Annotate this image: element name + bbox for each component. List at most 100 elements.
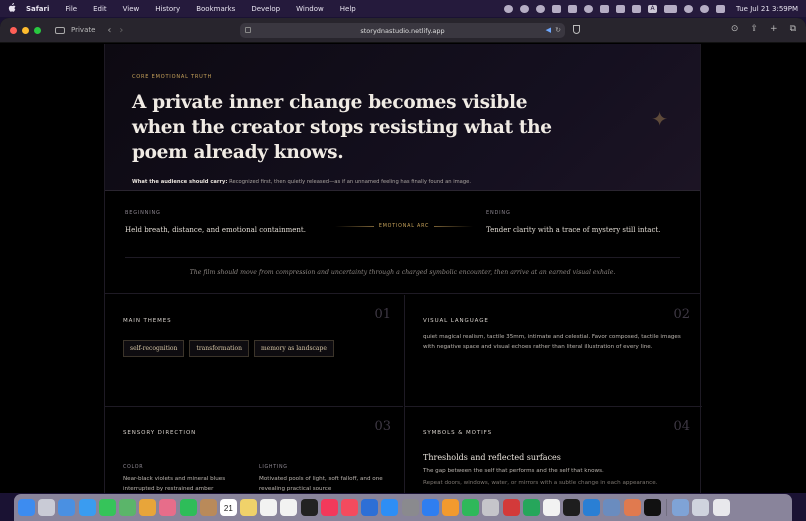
- status-app-icon[interactable]: [568, 4, 578, 13]
- display-icon[interactable]: [632, 4, 642, 13]
- motif-guidance: Repeat doors, windows, water, or mirrors…: [423, 480, 658, 486]
- theme-chips: self-recognition transformation memory a…: [123, 340, 334, 357]
- pages-app-icon[interactable]: [441, 499, 459, 516]
- card-number: 01: [374, 307, 391, 322]
- browser-toolbar: Private ‹ › storydnastudio.netlify.app ◀…: [0, 18, 806, 43]
- share-icon[interactable]: ⇪: [750, 24, 758, 34]
- photos-app-icon[interactable]: [159, 499, 177, 516]
- back-button[interactable]: ‹: [107, 25, 111, 36]
- trash-app-icon[interactable]: [712, 499, 730, 516]
- speaker-icon[interactable]: ◀: [546, 26, 551, 34]
- main-themes-card: MAIN THEMES 01 self-recognition transfor…: [105, 295, 403, 407]
- maps-app-icon[interactable]: [118, 499, 136, 516]
- hero-eyebrow: CORE EMOTIONAL TRUTH: [132, 74, 213, 80]
- menu-file[interactable]: File: [65, 5, 85, 13]
- music-app-icon[interactable]: [320, 499, 338, 516]
- downloads-icon[interactable]: ⊙: [731, 24, 739, 34]
- menubar-clock[interactable]: Tue Jul 21 3:59PM: [736, 5, 798, 13]
- menu-help[interactable]: Help: [340, 5, 364, 13]
- terminal-app-icon[interactable]: [563, 499, 581, 516]
- theme-chip: transformation: [189, 340, 249, 357]
- forward-button[interactable]: ›: [119, 25, 123, 36]
- menu-develop[interactable]: Develop: [251, 5, 288, 13]
- zoom-window-button[interactable]: [34, 26, 41, 34]
- freeform-app-icon[interactable]: [280, 499, 298, 516]
- system-settings-app-icon[interactable]: [401, 499, 419, 516]
- menu-safari[interactable]: Safari: [26, 5, 57, 13]
- safari-app-icon[interactable]: [78, 499, 96, 516]
- web-page: CORE EMOTIONAL TRUTH A private inner cha…: [0, 44, 806, 493]
- lighting-label: LIGHTING: [259, 465, 288, 470]
- status-app-icon[interactable]: [520, 4, 530, 13]
- arc-ending-label: ENDING: [486, 210, 511, 216]
- vscode-app-icon[interactable]: [583, 499, 601, 516]
- page-content: CORE EMOTIONAL TRUTH A private inner cha…: [104, 44, 702, 493]
- reload-icon[interactable]: ↻: [555, 26, 561, 34]
- chatgpt-app-icon[interactable]: [542, 499, 560, 516]
- audience-text: Recognized first, then quietly released—…: [227, 179, 471, 185]
- url-text[interactable]: storydnastudio.netlify.app: [360, 27, 444, 35]
- status-app-icon[interactable]: [552, 4, 562, 13]
- tv-app-icon[interactable]: [300, 499, 318, 516]
- status-app-icon[interactable]: [536, 4, 546, 13]
- menu-history[interactable]: History: [155, 5, 188, 13]
- minimize-window-button[interactable]: [22, 26, 29, 34]
- arc-middle-label: EMOTIONAL ARC: [378, 224, 430, 229]
- card-number: 04: [673, 419, 690, 434]
- launchpad-app-icon[interactable]: [38, 499, 56, 516]
- finder-app-icon[interactable]: [18, 499, 35, 516]
- control-center-icon[interactable]: [716, 4, 726, 13]
- claude-app-icon[interactable]: [623, 499, 641, 516]
- spotlight-icon[interactable]: [700, 4, 710, 13]
- screenshot-app-icon[interactable]: [692, 499, 710, 516]
- status-app-icon[interactable]: [504, 4, 514, 13]
- xcode-app-icon[interactable]: [421, 499, 439, 516]
- menu-edit[interactable]: Edit: [93, 5, 115, 13]
- vpn-app-icon[interactable]: [522, 499, 540, 516]
- apple-menu-icon[interactable]: [0, 2, 24, 15]
- wifi-icon[interactable]: [684, 4, 694, 13]
- arc-beginning: BEGINNING Held breath, distance, and emo…: [125, 210, 306, 234]
- arc-summary-quote: The film should move from compression an…: [189, 269, 616, 276]
- menu-window[interactable]: Window: [296, 5, 332, 13]
- sidebar-toggle-icon[interactable]: [55, 26, 65, 34]
- dock: 21: [14, 494, 792, 521]
- keynote-app-icon[interactable]: [361, 499, 379, 516]
- facetime-app-icon[interactable]: [179, 499, 197, 516]
- safari-window: Private ‹ › storydnastudio.netlify.app ◀…: [0, 18, 806, 493]
- color-direction: COLOR Near-black violets and mineral blu…: [123, 465, 248, 493]
- notes-app-icon[interactable]: [240, 499, 258, 516]
- news-app-icon[interactable]: [341, 499, 358, 516]
- privacy-shield-icon[interactable]: [573, 25, 580, 34]
- messages-app-icon[interactable]: [98, 499, 116, 516]
- menu-bookmarks[interactable]: Bookmarks: [196, 5, 243, 13]
- new-tab-icon[interactable]: +: [770, 24, 778, 34]
- calendar-app-icon[interactable]: 21: [219, 499, 237, 516]
- cursor-app-icon[interactable]: [643, 499, 661, 516]
- battery-icon[interactable]: [664, 4, 678, 13]
- menu-bar: Safari File Edit View History Bookmarks …: [0, 0, 806, 17]
- preview-app-icon[interactable]: [603, 499, 621, 516]
- numbers-app-icon[interactable]: [462, 499, 480, 516]
- details-grid: MAIN THEMES 01 self-recognition transfor…: [105, 295, 702, 493]
- chrome-app-icon[interactable]: [139, 499, 157, 516]
- contacts-app-icon[interactable]: [199, 499, 217, 516]
- status-app-icon[interactable]: [584, 4, 594, 13]
- input-source-icon[interactable]: A: [648, 4, 658, 13]
- downloads-app-icon[interactable]: [672, 499, 690, 516]
- screen-mirroring-icon[interactable]: [616, 4, 626, 13]
- tab-overview-icon[interactable]: [245, 27, 251, 33]
- arc-beginning-text: Held breath, distance, and emotional con…: [125, 226, 306, 234]
- h-app-app-icon[interactable]: [482, 499, 500, 516]
- tab-overview-button-icon[interactable]: ⧉: [790, 24, 796, 34]
- address-bar[interactable]: storydnastudio.netlify.app ◀ ↻: [240, 23, 565, 38]
- private-label: Private: [71, 26, 96, 34]
- mail-app-icon[interactable]: [58, 499, 76, 516]
- volume-icon[interactable]: [600, 4, 610, 13]
- close-window-button[interactable]: [10, 26, 17, 34]
- menu-view[interactable]: View: [123, 5, 148, 13]
- motif-description: The gap between the self that performs a…: [423, 468, 604, 474]
- reminders-app-icon[interactable]: [260, 499, 278, 516]
- rp-app-app-icon[interactable]: [502, 499, 520, 516]
- app-store-app-icon[interactable]: [381, 499, 399, 516]
